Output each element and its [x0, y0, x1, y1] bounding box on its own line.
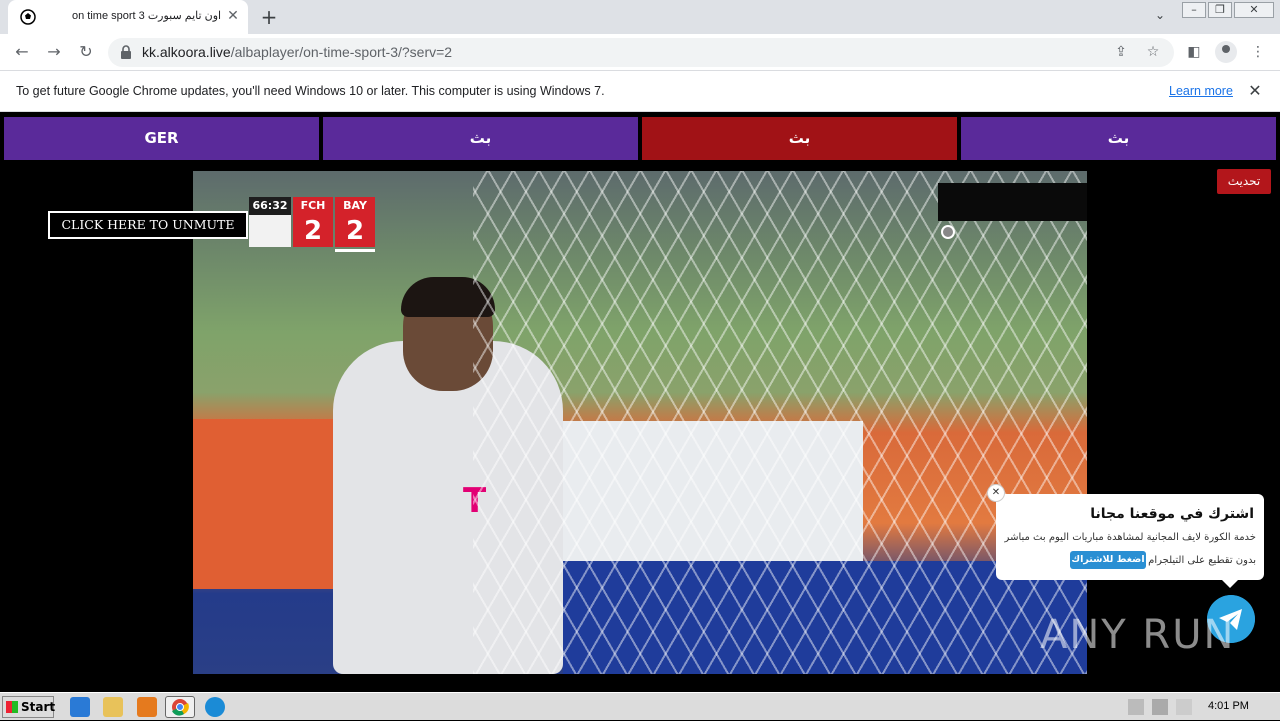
subscribe-button[interactable]: اضغط للاشتراك	[1070, 551, 1146, 569]
lock-icon	[121, 45, 131, 59]
tab-close-icon[interactable]: ✕	[224, 7, 242, 25]
browser-tab[interactable]: on time sport 3 اون تايم سبورت ✕	[8, 0, 248, 34]
popup-description-2: بدون تقطيع على التيلجرام	[1148, 555, 1256, 566]
tab-search-icon[interactable]: ⌄	[1150, 8, 1170, 26]
anyrun-watermark: ANY RUN	[1040, 612, 1236, 658]
network-icon[interactable]	[1152, 699, 1168, 715]
media-player-icon[interactable]	[137, 697, 157, 717]
popup-title: اشترك في موقعنا مجانا	[1090, 506, 1254, 522]
address-bar[interactable]: kk.alkoora.live/albaplayer/on-time-sport…	[108, 38, 1174, 67]
overlay-dot-icon	[941, 225, 955, 239]
league-logo-icon	[249, 215, 291, 247]
home-team-score: 2	[293, 215, 333, 247]
windows-logo-icon	[6, 701, 18, 713]
chrome-icon	[172, 699, 189, 716]
away-team-code: BAY	[335, 197, 375, 215]
server-button-ger[interactable]: GER	[4, 117, 319, 160]
file-explorer-icon[interactable]	[103, 697, 123, 717]
infobar-message: To get future Google Chrome updates, you…	[16, 84, 605, 98]
start-button[interactable]: Start	[2, 696, 56, 718]
home-team-code: FCH	[293, 197, 333, 215]
page-content: GER بث بث بث تحديث T 66:32 FCH 2 BAY 2 C…	[0, 112, 1280, 692]
volume-icon[interactable]	[1128, 699, 1144, 715]
edge-icon[interactable]	[205, 697, 225, 717]
refresh-button[interactable]: تحديث	[1217, 169, 1271, 194]
tab-title: on time sport 3 اون تايم سبورت	[72, 10, 222, 22]
profile-avatar[interactable]	[1215, 41, 1237, 63]
infobar-close-icon[interactable]: ✕	[1246, 82, 1264, 100]
start-label: Start	[21, 700, 56, 714]
video-player[interactable]: T 66:32 FCH 2 BAY 2	[193, 171, 1087, 674]
system-clock[interactable]: 4:01 PM	[1208, 700, 1249, 712]
learn-more-link[interactable]: Learn more	[1169, 84, 1233, 98]
server-button-2[interactable]: بث	[323, 117, 638, 160]
soccer-ball-icon	[20, 9, 36, 25]
popup-arrow	[1222, 580, 1238, 588]
server-button-4[interactable]: بث	[961, 117, 1276, 160]
new-tab-button[interactable]: +	[258, 6, 280, 28]
back-icon[interactable]: ←	[10, 40, 34, 64]
browser-toolbar: ← → ↻ kk.alkoora.live/albaplayer/on-time…	[0, 34, 1280, 71]
url-path: /albaplayer/on-time-sport-3/?serv=2	[230, 44, 453, 60]
goal-net	[473, 171, 1087, 674]
scorebug-underline	[335, 249, 375, 252]
url-host: kk.alkoora.live	[142, 44, 231, 60]
match-clock: 66:32	[249, 197, 291, 215]
chrome-taskbar-icon[interactable]	[165, 696, 195, 718]
forward-icon[interactable]: →	[42, 40, 66, 64]
windows-taskbar: Start 4:01 PM	[0, 692, 1280, 720]
overlay-black-box	[938, 183, 1087, 221]
popup-close-icon[interactable]: ✕	[987, 484, 1005, 502]
internet-explorer-icon[interactable]	[70, 697, 90, 717]
restore-button[interactable]: ❐	[1208, 2, 1232, 18]
share-icon[interactable]: ⇪	[1112, 43, 1130, 61]
minimize-button[interactable]: –	[1182, 2, 1206, 18]
reload-icon[interactable]: ↻	[74, 40, 98, 64]
side-panel-icon[interactable]: ◧	[1184, 42, 1204, 62]
update-infobar: To get future Google Chrome updates, you…	[0, 71, 1280, 112]
unmute-button[interactable]: CLICK HERE TO UNMUTE	[48, 211, 248, 239]
title-bar: on time sport 3 اون تايم سبورت ✕ + ⌄ – ❐…	[0, 0, 1280, 34]
close-window-button[interactable]: ✕	[1234, 2, 1274, 18]
action-center-flag-icon[interactable]	[1176, 699, 1192, 715]
url-text: kk.alkoora.live/albaplayer/on-time-sport…	[142, 44, 452, 60]
server-button-3[interactable]: بث	[642, 117, 957, 160]
away-team-score: 2	[335, 215, 375, 247]
bookmark-star-icon[interactable]: ☆	[1144, 43, 1162, 61]
subscribe-popup: ✕ اشترك في موقعنا مجانا خدمة الكورة لايف…	[987, 484, 1264, 588]
popup-description: خدمة الكورة لايف المجانية لمشاهدة مباريا…	[1004, 532, 1256, 543]
menu-kebab-icon[interactable]: ⋮	[1248, 42, 1268, 62]
